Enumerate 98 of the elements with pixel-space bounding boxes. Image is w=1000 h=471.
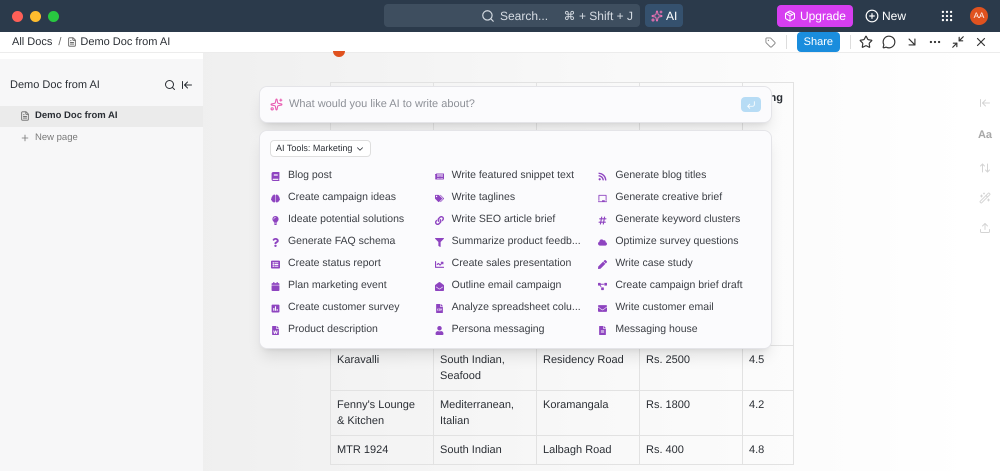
search-icon — [481, 8, 495, 22]
filter-icon — [434, 238, 444, 246]
poll-icon — [271, 304, 280, 312]
table-cell-text: Fenny's Lounge & Kitchen — [337, 398, 416, 429]
apps-grid-icon[interactable] — [940, 9, 954, 23]
ai-tool-item[interactable]: Outline email campaign — [434, 275, 598, 297]
cloud-icon — [598, 238, 608, 246]
diagram-icon — [598, 282, 608, 290]
table-cell-text: Mediterranean, Italian — [440, 398, 515, 429]
link-icon — [434, 216, 444, 224]
table-cell-text: Rs. 1800 — [646, 398, 692, 413]
minimize-window-button[interactable] — [30, 10, 41, 22]
search-icon[interactable] — [164, 79, 176, 92]
table-cell-text: South Indian, Seafood — [440, 353, 506, 384]
ai-tool-item[interactable]: Write customer email — [597, 297, 761, 319]
tags-icon — [434, 194, 444, 202]
table-cell-text: Residency Road — [543, 353, 625, 368]
new-page-button[interactable]: New page — [0, 128, 203, 148]
feed-icon — [598, 172, 608, 180]
document-icon — [271, 326, 280, 334]
ai-tool-item[interactable]: Product description — [270, 319, 434, 341]
table-cell-text: South Indian — [440, 443, 503, 458]
close-window-button[interactable] — [12, 10, 23, 22]
breadcrumb-link[interactable]: All Docs — [12, 34, 52, 50]
sparkles-icon — [270, 98, 283, 111]
table-cell-text: Karavalli — [337, 353, 380, 368]
open-envelope-icon — [434, 282, 444, 290]
ai-tool-item[interactable]: Write featured snippet text — [434, 165, 598, 187]
enter-icon — [746, 100, 756, 110]
ai-tool-item[interactable]: Persona messaging — [434, 319, 598, 341]
box-icon — [784, 10, 796, 22]
pen-icon — [598, 260, 608, 268]
line-chart-icon — [434, 260, 444, 268]
breadcrumb-separator: / — [58, 34, 62, 50]
keyboard-shortcut: ⌘ + Shift + J — [564, 8, 633, 24]
ai-tool-item[interactable]: Create status report — [270, 253, 434, 275]
close-icon[interactable] — [974, 35, 988, 49]
brain-icon — [271, 194, 280, 202]
upgrade-button[interactable]: Upgrade — [776, 5, 853, 27]
new-button[interactable]: New — [864, 7, 906, 25]
author-avatar — [333, 51, 345, 57]
star-icon[interactable] — [859, 35, 873, 49]
search-field[interactable]: Search... ⌘ + Shift + J — [384, 4, 640, 27]
ai-tool-item[interactable]: Generate FAQ schema — [270, 231, 434, 253]
user-avatar[interactable]: AA — [970, 7, 988, 25]
table-cell-text: Koramangala — [543, 398, 610, 413]
plus-icon — [864, 9, 879, 23]
plus-icon — [20, 133, 30, 143]
table-cell-text: Rs. 400 — [646, 443, 685, 458]
ai-tool-item[interactable]: Messaging house — [597, 319, 761, 341]
ai-tool-item[interactable]: Generate keyword clusters — [597, 209, 761, 231]
table-cell-text: 4.8 — [749, 443, 766, 458]
collapse-icon[interactable] — [951, 35, 965, 49]
sparkles-icon — [651, 10, 663, 22]
ai-button[interactable]: AI — [645, 4, 684, 27]
table-cell-text: Lalbagh Road — [543, 443, 613, 458]
sidebar-item[interactable]: Demo Doc from AI — [0, 106, 203, 126]
breadcrumb-link[interactable]: Demo Doc from AI — [80, 34, 170, 50]
comment-icon[interactable] — [882, 35, 896, 49]
table-cell-text: 4.2 — [749, 398, 766, 413]
share-button[interactable]: Share — [796, 32, 840, 52]
board-icon — [598, 194, 608, 202]
hashtag-icon — [598, 216, 608, 224]
ai-tool-item[interactable]: Write SEO article brief — [434, 209, 598, 231]
ai-tool-item[interactable]: Generate creative brief — [597, 187, 761, 209]
tag-icon[interactable] — [764, 36, 776, 48]
table-cell-text: MTR 1924 — [337, 443, 390, 458]
ai-tool-item[interactable]: Create campaign ideas — [270, 187, 434, 209]
document-icon — [20, 111, 30, 121]
document-icon — [67, 37, 78, 47]
collapse-sidebar-icon[interactable] — [181, 79, 193, 92]
book-icon — [271, 172, 280, 180]
ai-tool-item[interactable]: Create customer survey — [270, 297, 434, 319]
ai-tool-item[interactable]: Plan marketing event — [270, 275, 434, 297]
csv-file-icon — [434, 304, 444, 312]
question-icon — [271, 238, 280, 246]
list-icon — [271, 260, 280, 268]
ai-tool-item[interactable]: Analyze spreadsheet colu... — [434, 297, 598, 319]
lightbulb-icon — [271, 216, 280, 224]
ai-tool-item[interactable]: Optimize survey questions — [597, 231, 761, 253]
person-icon — [434, 326, 444, 334]
ai-tool-item[interactable]: Write taglines — [434, 187, 598, 209]
ai-tool-item[interactable]: Create campaign brief draft — [597, 275, 761, 297]
table-cell-text: Rs. 2500 — [646, 353, 692, 368]
ai-tool-item[interactable]: Create sales presentation — [434, 253, 598, 275]
ai-tool-item[interactable]: Blog post — [270, 165, 434, 187]
sidebar-title: Demo Doc from AI — [10, 78, 100, 93]
newspaper-icon — [434, 172, 444, 180]
file-icon — [598, 326, 608, 334]
ai-tool-item[interactable]: Summarize product feedb... — [434, 231, 598, 253]
ai-tool-item[interactable]: Write case study — [597, 253, 761, 275]
ai-tool-item[interactable]: Generate blog titles — [597, 165, 761, 187]
envelope-icon — [598, 304, 608, 312]
maximize-window-button[interactable] — [48, 10, 59, 22]
ai-tool-item[interactable]: Ideate potential solutions — [270, 209, 434, 231]
calendar-icon — [271, 282, 280, 290]
ai-tools-dropdown[interactable]: AI Tools: Marketing — [270, 140, 372, 157]
table-cell-text: 4.5 — [749, 353, 766, 368]
